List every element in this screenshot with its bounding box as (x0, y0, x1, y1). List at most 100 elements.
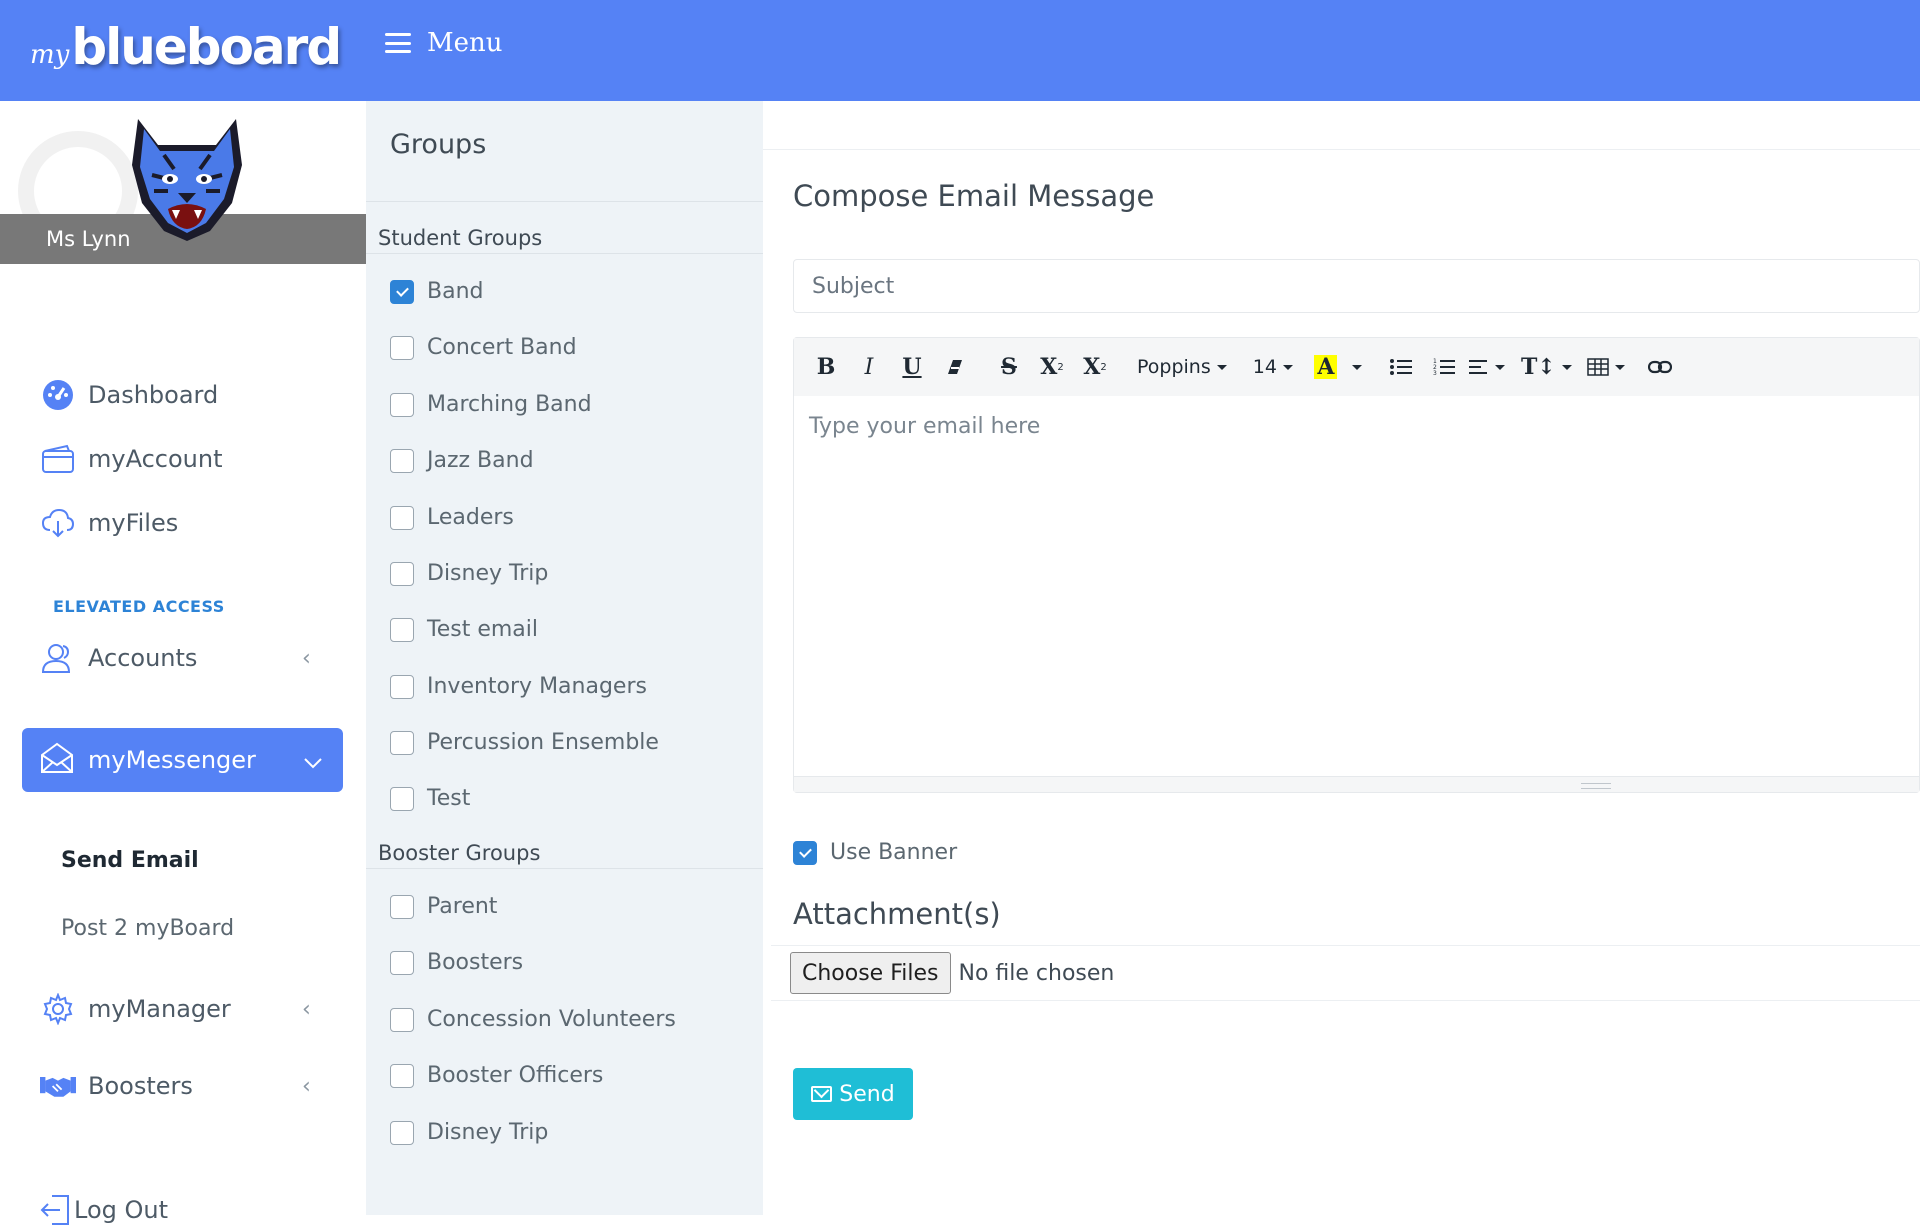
logout-label: Log Out (74, 1196, 169, 1224)
font-size-value: 14 (1252, 356, 1277, 378)
italic-button[interactable]: I (849, 347, 889, 387)
subscript-button[interactable]: X2 (1075, 347, 1115, 387)
group-label: Inventory Managers (427, 674, 647, 699)
use-banner-checkbox[interactable] (793, 840, 817, 865)
sidebar-item-label: myFiles (88, 509, 179, 537)
subject-input[interactable] (793, 259, 1920, 313)
group-label: Marching Band (427, 392, 592, 417)
checkbox[interactable] (390, 894, 414, 919)
checkbox[interactable] (390, 561, 414, 586)
send-button[interactable]: Send (793, 1068, 913, 1120)
table-dropdown[interactable] (1586, 347, 1626, 387)
sidebar-item-boosters[interactable]: Boosters ‹ (40, 1068, 311, 1104)
superscript-button[interactable]: X2 (1032, 347, 1072, 387)
group-checkbox-row[interactable]: Band (390, 279, 483, 304)
sidebar-item-mymanager[interactable]: myManager ‹ (40, 991, 311, 1027)
checkbox[interactable] (390, 786, 414, 811)
group-checkbox-row[interactable]: Concession Volunteers (390, 1007, 676, 1032)
subscript-label: X (1083, 354, 1101, 380)
group-checkbox-row[interactable]: Disney Trip (390, 1120, 548, 1145)
group-checkbox-row[interactable]: Booster Officers (390, 1063, 603, 1088)
group-checkbox-row[interactable]: Marching Band (390, 392, 592, 417)
app-logo[interactable]: my blueboard (30, 14, 342, 84)
eraser-icon[interactable] (935, 347, 975, 387)
sidebar: Ms Lynn Dashboard myAccount myFiles ELEV… (0, 101, 366, 1225)
group-label: Percussion Ensemble (427, 730, 659, 755)
highlight-color-dropdown[interactable] (1341, 347, 1367, 387)
file-input-row: Choose Files No file chosen (771, 945, 1920, 1001)
checkbox[interactable] (390, 950, 414, 975)
hamburger-icon (385, 33, 411, 53)
subscript-mark: 2 (1100, 361, 1107, 373)
highlight-icon: A (1314, 355, 1338, 379)
sidebar-item-label: Accounts (88, 644, 198, 672)
chevron-down-icon (303, 748, 323, 776)
group-label: Booster Officers (427, 1063, 604, 1088)
checkbox[interactable] (390, 1007, 414, 1032)
group-checkbox-row[interactable]: Test email (390, 617, 538, 642)
checkbox[interactable] (390, 674, 414, 699)
send-label: Send (839, 1081, 895, 1107)
menu-toggle-button[interactable]: Menu (385, 28, 503, 58)
bullet-list-icon[interactable] (1381, 347, 1421, 387)
top-navbar: my blueboard Menu (0, 0, 1920, 101)
strikethrough-button[interactable]: S (989, 347, 1029, 387)
checkbox[interactable] (390, 730, 414, 755)
group-label: Leaders (427, 505, 514, 530)
cloud-download-icon (40, 505, 76, 541)
chevron-left-icon: ‹ (302, 645, 311, 671)
checkbox[interactable] (390, 392, 414, 417)
bold-button[interactable]: B (806, 347, 846, 387)
sidebar-item-label: Dashboard (88, 381, 219, 409)
users-icon (40, 640, 76, 676)
use-banner-checkbox-row[interactable]: Use Banner (793, 840, 957, 865)
group-checkbox-row[interactable]: Disney Trip (390, 561, 548, 586)
handshake-icon (40, 1068, 76, 1104)
logout-link[interactable]: Log Out (40, 1192, 168, 1228)
checkbox[interactable] (390, 1063, 414, 1088)
editor-resize-handle[interactable] (794, 776, 1919, 792)
caret-down-icon (1614, 364, 1625, 370)
caret-down-icon (1494, 364, 1505, 370)
numbered-list-icon[interactable]: 123 (1424, 347, 1464, 387)
group-checkbox-row[interactable]: Leaders (390, 505, 514, 530)
checkbox[interactable] (390, 617, 414, 642)
sidebar-subitem-send-email[interactable]: Send Email (61, 848, 199, 873)
checkbox[interactable] (390, 335, 414, 360)
editor-toolbar: B I U S X2 X2 Poppins 14 A 123 T↕ (794, 338, 1919, 396)
choose-files-button[interactable]: Choose Files (790, 952, 951, 994)
envelope-icon (811, 1086, 833, 1102)
sidebar-subitem-post-myboard[interactable]: Post 2 myBoard (61, 916, 234, 941)
group-checkbox-row[interactable]: Jazz Band (390, 448, 534, 473)
chevron-left-icon: ‹ (302, 996, 311, 1022)
group-checkbox-row[interactable]: Inventory Managers (390, 674, 647, 699)
font-family-dropdown[interactable]: Poppins (1129, 347, 1235, 387)
font-size-dropdown[interactable]: 14 (1253, 347, 1293, 387)
email-editor: B I U S X2 X2 Poppins 14 A 123 T↕ Type y… (793, 337, 1920, 793)
group-checkbox-row[interactable]: Boosters (390, 950, 523, 975)
group-label: Concert Band (427, 335, 577, 360)
elevated-access-label: ELEVATED ACCESS (53, 597, 225, 616)
sidebar-item-dashboard[interactable]: Dashboard (40, 377, 218, 413)
checkbox[interactable] (390, 1120, 414, 1145)
sidebar-item-accounts[interactable]: Accounts ‹ (40, 640, 311, 676)
group-checkbox-row[interactable]: Percussion Ensemble (390, 730, 659, 755)
group-checkbox-row[interactable]: Parent (390, 894, 497, 919)
sidebar-item-mymessenger[interactable]: myMessenger (22, 728, 343, 792)
sidebar-item-myfiles[interactable]: myFiles (40, 505, 178, 541)
group-label: Jazz Band (427, 448, 534, 473)
email-body-input[interactable]: Type your email here (794, 396, 1919, 776)
align-left-icon (1468, 360, 1487, 374)
checkbox[interactable] (390, 448, 414, 473)
sidebar-item-myaccount[interactable]: myAccount (40, 441, 222, 477)
underline-button[interactable]: U (892, 347, 932, 387)
font-size-adjust-dropdown[interactable]: T↕ (1521, 347, 1572, 387)
checkbox[interactable] (390, 279, 414, 304)
checkbox[interactable] (390, 505, 414, 530)
align-dropdown[interactable] (1467, 347, 1507, 387)
group-checkbox-row[interactable]: Concert Band (390, 335, 577, 360)
group-checkbox-row[interactable]: Test (390, 786, 470, 811)
highlight-color-button[interactable]: A (1311, 347, 1341, 387)
caret-down-icon (1351, 364, 1362, 370)
link-icon[interactable] (1640, 347, 1680, 387)
